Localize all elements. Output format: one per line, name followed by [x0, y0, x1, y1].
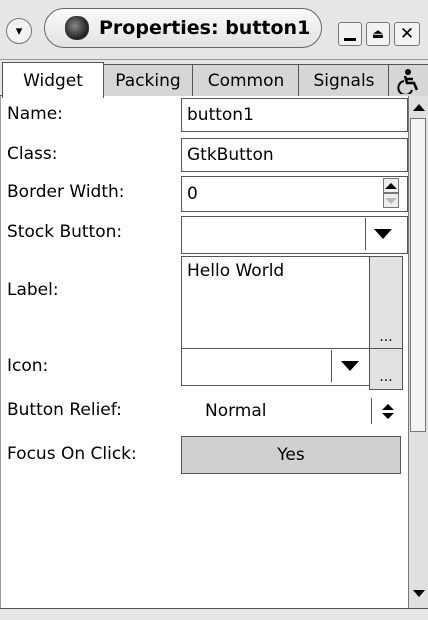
border-width-label: Border Width: — [7, 182, 125, 202]
notebook-tabs: Widget Packing Common Signals — [0, 60, 428, 98]
icon-edit-button[interactable]: ... — [369, 348, 403, 390]
tab-packing[interactable]: Packing — [102, 64, 194, 97]
border-width-spinbutton[interactable]: 0 — [181, 176, 408, 212]
title-bar: ▾ Properties: button1 ⏏ ✕ — [0, 0, 428, 60]
maximize-icon: ⏏ — [371, 26, 385, 42]
class-input[interactable]: GtkButton — [181, 138, 408, 172]
tab-signals[interactable]: Signals — [298, 64, 390, 97]
window-title: Properties: button1 — [44, 8, 322, 48]
icon-label: Icon: — [7, 356, 49, 376]
window-menu-button[interactable]: ▾ — [6, 18, 32, 44]
name-input[interactable]: button1 — [181, 98, 408, 132]
tab-common[interactable]: Common — [192, 64, 300, 97]
tab-signals-label: Signals — [313, 71, 375, 91]
spin-down-button[interactable] — [383, 193, 399, 208]
focus-on-click-value: Yes — [277, 445, 305, 465]
window-menu-icon: ▾ — [15, 23, 23, 39]
label-text-area[interactable]: Hello World — [181, 256, 376, 350]
spin-down-icon — [385, 197, 397, 204]
chevron-down-icon — [382, 412, 394, 419]
spin-up-button[interactable] — [383, 178, 399, 193]
properties-panel: Name: button1 Class: GtkButton Border Wi… — [0, 96, 408, 608]
window-title-text: Properties: button1 — [99, 17, 311, 39]
class-label: Class: — [7, 144, 58, 164]
window-bottom-border — [0, 608, 428, 620]
stock-button-dropdown[interactable] — [365, 218, 399, 250]
ellipsis-icon: ... — [379, 329, 393, 345]
scroll-down-button[interactable] — [412, 586, 426, 600]
ellipsis-icon: ... — [379, 369, 393, 385]
icon-dropdown[interactable] — [331, 350, 367, 382]
border-width-value: 0 — [187, 184, 198, 204]
tab-accessibility[interactable] — [388, 64, 428, 97]
chevron-down-icon — [340, 361, 359, 371]
label-label: Label: — [7, 280, 59, 300]
arrow-down-icon — [413, 589, 425, 597]
name-label: Name: — [7, 104, 63, 124]
minimize-button[interactable] — [338, 22, 362, 46]
chevron-down-icon — [373, 229, 392, 239]
label-edit-button[interactable]: ... — [369, 256, 403, 350]
minimize-icon — [344, 37, 356, 41]
scroll-up-button[interactable] — [412, 100, 426, 114]
stock-button-label: Stock Button: — [7, 222, 123, 242]
maximize-button[interactable]: ⏏ — [366, 22, 390, 46]
label-value: Hello World — [187, 261, 285, 281]
tab-widget[interactable]: Widget — [2, 62, 104, 98]
close-button[interactable]: ✕ — [394, 22, 420, 46]
tab-packing-label: Packing — [115, 71, 181, 91]
button-relief-label: Button Relief: — [7, 400, 122, 420]
tab-widget-label: Widget — [23, 70, 83, 91]
close-icon: ✕ — [399, 23, 415, 44]
combo-separator — [371, 398, 372, 424]
focus-on-click-toggle[interactable]: Yes — [181, 436, 401, 474]
focus-on-click-label: Focus On Click: — [7, 444, 137, 464]
arrow-up-icon — [413, 103, 425, 111]
button-relief-dropdown[interactable] — [377, 398, 399, 424]
tab-common-label: Common — [207, 71, 285, 91]
button-relief-combo[interactable]: Normal — [181, 392, 401, 430]
class-value: GtkButton — [187, 145, 274, 165]
glade-logo-icon — [65, 16, 89, 40]
accessibility-icon — [397, 69, 419, 94]
chevron-up-icon — [382, 403, 394, 410]
spin-up-icon — [385, 182, 397, 189]
name-value: button1 — [187, 105, 254, 125]
scrollbar-thumb[interactable] — [410, 118, 426, 432]
button-relief-value: Normal — [205, 401, 267, 421]
